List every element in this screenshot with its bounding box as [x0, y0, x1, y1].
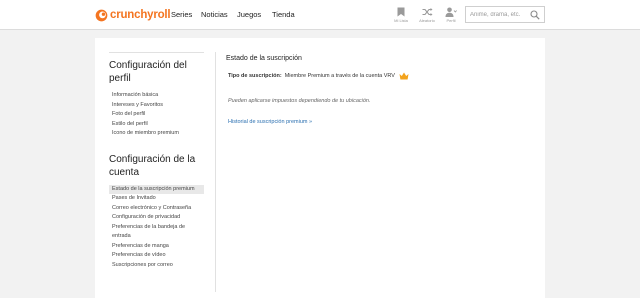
sidebar-item-manga-preferences[interactable]: Preferencias de manga: [109, 242, 204, 252]
page-title: Estado de la suscripción: [226, 55, 302, 62]
settings-panel: Configuración del perfil Información bás…: [95, 38, 545, 298]
my-list-button[interactable]: Mi Lista: [391, 7, 411, 23]
random-label: Aleatorio: [419, 18, 435, 23]
profile-button[interactable]: Perfil: [441, 7, 461, 23]
subscription-type-row: Tipo de suscripción: Miembre Premium a t…: [228, 72, 526, 80]
sidebar-item-inbox-preferences[interactable]: Preferencias de la bandeja de entrada: [109, 223, 204, 242]
nav-series-label[interactable]: Series: [171, 10, 192, 19]
sidebar-item-subscription-status[interactable]: Estado de la suscripción premium: [109, 184, 204, 194]
shuffle-icon: [422, 8, 432, 16]
sidebar-item-basic-info[interactable]: Información básica: [109, 91, 204, 101]
sidebar-item-video-preferences[interactable]: Preferencias de vídeo: [109, 251, 204, 261]
nav-noticias[interactable]: Noticias: [201, 10, 228, 19]
crunchyroll-logo-icon: [95, 9, 108, 21]
nav-tienda-label[interactable]: Tienda: [272, 10, 295, 19]
nav-juegos-label[interactable]: Juegos: [237, 10, 261, 19]
search-icon[interactable]: [530, 10, 540, 20]
settings-sidebar: Configuración del perfil Información bás…: [109, 52, 204, 270]
sidebar-item-premium-icon[interactable]: Icono de miembro premium: [109, 129, 204, 139]
vertical-divider: [215, 52, 216, 292]
sidebar-item-email-password[interactable]: Correo electrónico y Contraseña: [109, 204, 204, 214]
sidebar-item-profile-style[interactable]: Estilo del perfil: [109, 120, 204, 130]
account-settings-title: Configuración de la cuenta: [109, 153, 196, 178]
profile-settings-title: Configuración del perfil: [109, 60, 187, 84]
subscription-type-value: Miembre Premium a través de la cuenta VR…: [284, 73, 395, 79]
my-list-label: Mi Lista: [394, 18, 408, 23]
subscription-content: Estado de la suscripción Tipo de suscrip…: [226, 55, 526, 125]
nav-tienda[interactable]: Tienda: [272, 10, 295, 19]
nav-series[interactable]: Series: [171, 10, 192, 19]
random-button[interactable]: Aleatorio: [417, 7, 437, 23]
premium-crown-icon: [399, 72, 409, 80]
sidebar-item-interests[interactable]: Intereses y Favoritos: [109, 101, 204, 111]
top-navigation-bar: crunchyroll Series Noticias Juegos Tiend…: [0, 0, 640, 30]
user-icon: [445, 7, 457, 17]
crunchyroll-logo[interactable]: crunchyroll: [95, 8, 171, 22]
bookmark-icon: [397, 7, 405, 17]
brand-name: crunchyroll: [110, 9, 171, 21]
search-input[interactable]: [470, 9, 532, 20]
search-box[interactable]: [465, 6, 545, 23]
sidebar-item-privacy[interactable]: Configuración de privacidad: [109, 213, 204, 223]
sidebar-item-profile-photo[interactable]: Foto del perfil: [109, 110, 204, 120]
profile-label: Perfil: [446, 18, 456, 23]
subscription-history-link[interactable]: Historial de suscripción premium »: [228, 119, 526, 125]
sidebar-top-divider: [109, 52, 204, 53]
nav-noticias-label[interactable]: Noticias: [201, 10, 228, 19]
tax-note: Pueden aplicarse impuestos dependiendo d…: [228, 98, 371, 104]
nav-juegos[interactable]: Juegos: [237, 10, 261, 19]
sidebar-item-guest-passes[interactable]: Pases de Invitado: [109, 194, 204, 204]
sidebar-item-email-subscriptions[interactable]: Suscripciones por correo: [109, 261, 204, 271]
subscription-type-label: Tipo de suscripción:: [228, 73, 282, 79]
